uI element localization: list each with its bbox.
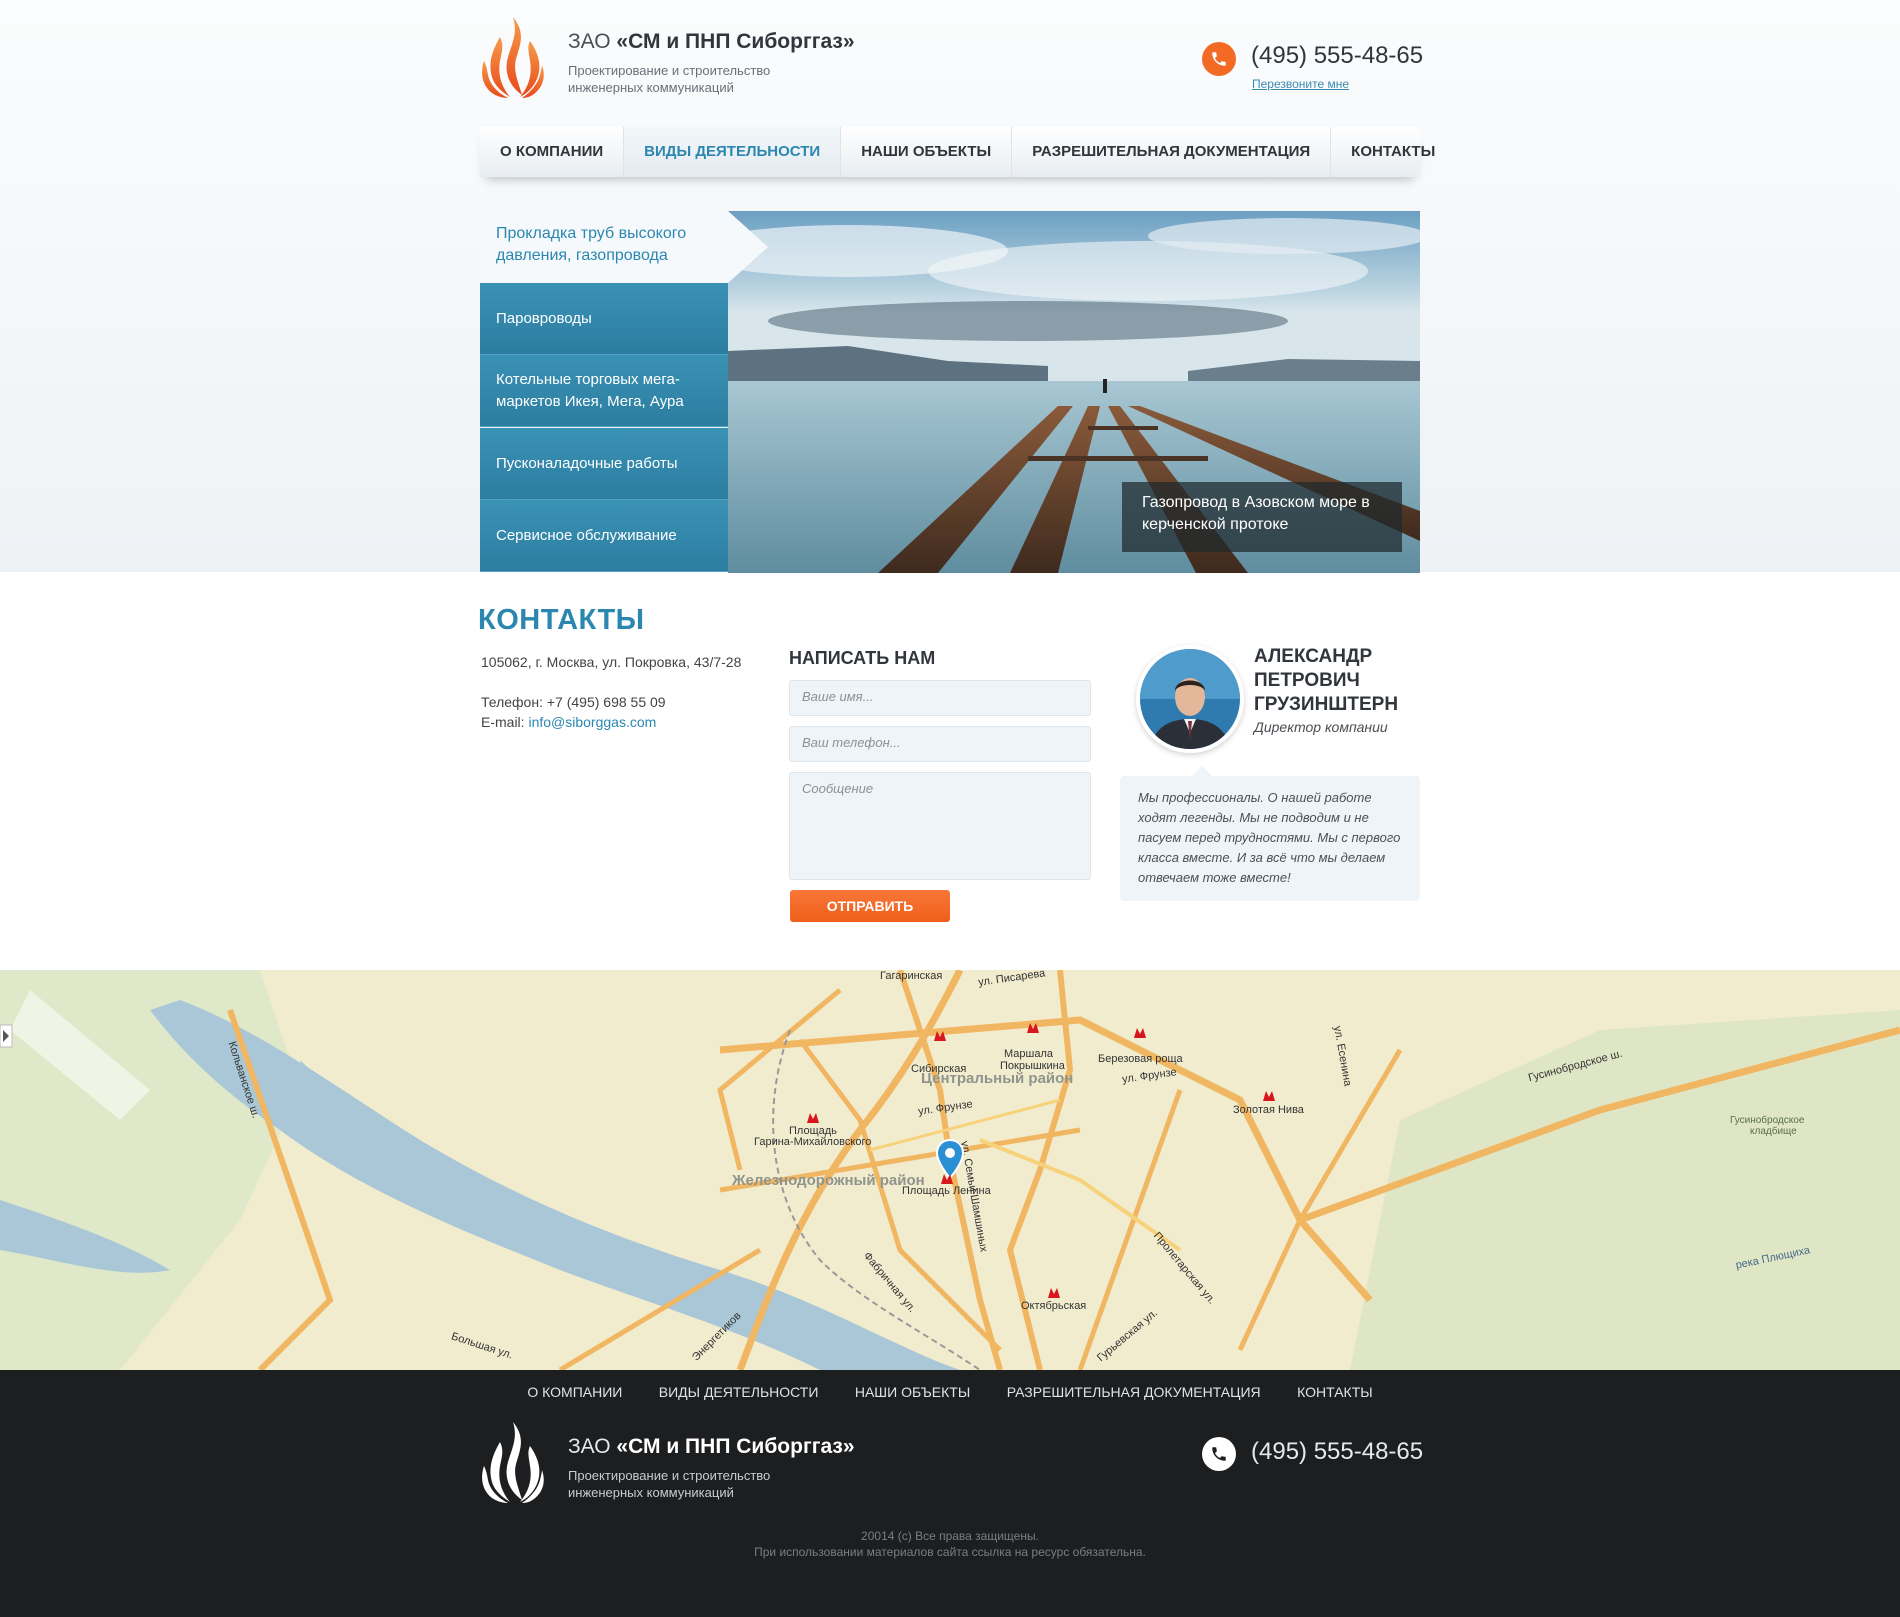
- footer-phone-icon: [1202, 1437, 1236, 1471]
- footer-nav-about[interactable]: О КОМПАНИИ: [527, 1384, 622, 1400]
- slide-caption: Газопровод в Азовском море в керченской …: [1122, 482, 1402, 552]
- map-label: кладбище: [1750, 1126, 1797, 1137]
- nav-permits[interactable]: РАЗРЕШИТЕЛЬНАЯ ДОКУМЕНТАЦИЯ: [1012, 127, 1332, 177]
- footer-company-description: Проектирование и строительство инженерны…: [568, 1468, 771, 1500]
- form-title: НАПИСАТЬ НАМ: [789, 648, 936, 668]
- map-label: Октябрьская: [1021, 1300, 1087, 1312]
- nav-contacts[interactable]: КОНТАКТЫ: [1331, 127, 1455, 177]
- quote-tip: [1192, 766, 1212, 776]
- activity-item-active[interactable]: Прокладка труб высокого давления, газопр…: [480, 211, 768, 283]
- metro-icon: [1263, 1091, 1275, 1101]
- email-link[interactable]: info@siborggas.com: [528, 714, 656, 730]
- nav-activities[interactable]: ВИДЫ ДЕЯТЕЛЬНОСТИ: [624, 127, 842, 177]
- contact-email-row: E-mail: info@siborggas.com: [481, 714, 657, 730]
- director-quote: Мы профессионалы. О нашей работе ходят л…: [1120, 766, 1420, 901]
- metro-icon: [941, 1174, 953, 1184]
- phone-input[interactable]: Ваш телефон...: [789, 726, 1091, 762]
- footer-phone-number: (495) 555-48-65: [1251, 1438, 1424, 1465]
- footer-nav: О КОМПАНИИ ВИДЫ ДЕЯТЕЛЬНОСТИ НАШИ ОБЪЕКТ…: [0, 1384, 1900, 1402]
- phone-icon: [1202, 42, 1236, 76]
- active-arrow: [728, 211, 768, 283]
- footer-nav-objects[interactable]: НАШИ ОБЪЕКТЫ: [855, 1384, 970, 1400]
- map-label: Гусинобродское: [1730, 1115, 1805, 1126]
- content-background: [0, 572, 1900, 970]
- company-block: ЗАО «СМ и ПНП Сиборггаз» Проектирование …: [568, 30, 855, 96]
- company-description: Проектирование и строительство инженерны…: [568, 63, 771, 95]
- map-label: Золотая Нива: [1233, 1104, 1304, 1116]
- metro-icon: [807, 1113, 819, 1123]
- metro-icon: [1048, 1288, 1060, 1298]
- name-input[interactable]: Ваше имя...: [789, 680, 1091, 716]
- map-district-label: Центральный район: [921, 1070, 1074, 1087]
- activity-item[interactable]: Сервисное обслуживание: [480, 500, 728, 572]
- metro-icon: [1134, 1028, 1146, 1038]
- director-avatar: [1136, 645, 1244, 753]
- address: 105062, г. Москва, ул. Покровка, 43/7-28: [481, 654, 742, 670]
- nav-about[interactable]: О КОМПАНИИ: [480, 127, 625, 177]
- map-district-label: Железнодорожный район: [732, 1172, 925, 1189]
- activity-item[interactable]: Паровроводы: [480, 283, 728, 355]
- director-role: Директор компании: [1254, 719, 1388, 735]
- activities-menu: Прокладка труб высокого давления, газопр…: [480, 211, 768, 573]
- nav-objects[interactable]: НАШИ ОБЪЕКТЫ: [841, 127, 1013, 177]
- map-label: Маршала: [1004, 1048, 1054, 1060]
- activity-item[interactable]: Пусконаладочные работы: [480, 428, 728, 500]
- contacts-info: 105062, г. Москва, ул. Покровка, 43/7-28…: [481, 652, 751, 732]
- footer-company: ЗАО «СМ и ПНП Сиборггаз» Проектирование …: [568, 1435, 855, 1501]
- location-map[interactable]: Гагаринская ул. Писарева Сибирская Марша…: [0, 970, 1900, 1370]
- activity-item[interactable]: Котельные торговых мега-маркетов Икея, М…: [480, 355, 728, 427]
- company-name: ЗАО «СМ и ПНП Сиборггаз»: [568, 30, 855, 53]
- contact-phone: Телефон: +7 (495) 698 55 09: [481, 694, 666, 710]
- submit-button[interactable]: ОТПРАВИТЬ: [790, 890, 950, 922]
- footer-nav-permits[interactable]: РАЗРЕШИТЕЛЬНАЯ ДОКУМЕНТАЦИЯ: [1007, 1384, 1261, 1400]
- director-name: АЛЕКСАНДР ПЕТРОВИЧ ГРУЗИНШТЕРН: [1254, 646, 1399, 715]
- main-nav: О КОМПАНИИ ВИДЫ ДЕЯТЕЛЬНОСТИ НАШИ ОБЪЕКТ…: [480, 127, 1435, 177]
- metro-icon: [1027, 1023, 1039, 1033]
- metro-icon: [934, 1031, 946, 1041]
- footer-nav-activities[interactable]: ВИДЫ ДЕЯТЕЛЬНОСТИ: [659, 1384, 819, 1400]
- map-label: Гагаринская: [880, 970, 943, 982]
- flame-logo-icon[interactable]: [480, 15, 546, 99]
- director-info: АЛЕКСАНДР ПЕТРОВИЧ ГРУЗИНШТЕРН Директор …: [1254, 645, 1424, 735]
- footer-company-name: ЗАО «СМ и ПНП Сиборггаз»: [568, 1435, 855, 1458]
- map-label: Березовая роща: [1098, 1053, 1183, 1065]
- map-label: Гарина-Михайловского: [754, 1136, 872, 1148]
- contacts-title: КОНТАКТЫ: [478, 604, 645, 636]
- phone-number: (495) 555-48-65: [1251, 42, 1424, 69]
- hero-slider: Прокладка труб высокого давления, газопр…: [480, 211, 1420, 573]
- footer-nav-contacts[interactable]: КОНТАКТЫ: [1297, 1384, 1373, 1400]
- message-textarea[interactable]: Сообщение: [789, 772, 1091, 880]
- callback-link[interactable]: Перезвоните мне: [1252, 77, 1349, 91]
- footer-flame-logo-icon[interactable]: [480, 1420, 546, 1504]
- copyright: 20014 (с) Все права защищены. При исполь…: [754, 1529, 1146, 1559]
- footer: О КОМПАНИИ ВИДЫ ДЕЯТЕЛЬНОСТИ НАШИ ОБЪЕКТ…: [0, 1370, 1900, 1617]
